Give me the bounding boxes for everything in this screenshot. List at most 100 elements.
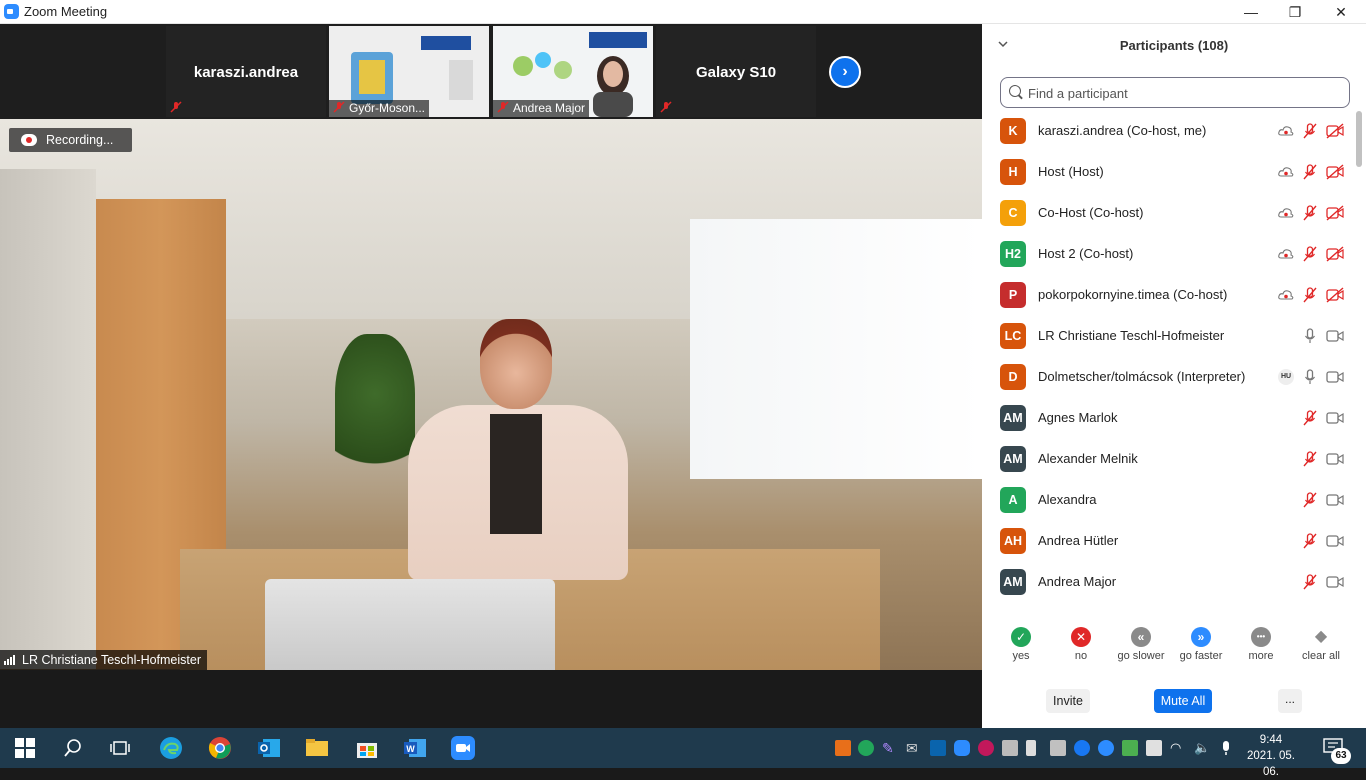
mic-muted-icon[interactable] xyxy=(1302,410,1318,426)
participant-avatar: LC xyxy=(1000,323,1026,349)
mic-muted-icon[interactable] xyxy=(1302,574,1318,590)
feedback-go-slower-button[interactable]: « go slower xyxy=(1110,627,1172,662)
participant-search-box[interactable] xyxy=(1000,77,1350,108)
mute-all-button[interactable]: Mute All xyxy=(1154,689,1212,713)
chevron-right-icon[interactable]: › xyxy=(829,56,861,88)
mic-icon[interactable] xyxy=(1302,328,1318,344)
feedback-clear-all-button[interactable]: ◆ clear all xyxy=(1290,627,1352,662)
video-off-icon[interactable] xyxy=(1326,246,1344,262)
participant-row[interactable]: H Host (Host) xyxy=(982,152,1354,193)
video-background xyxy=(265,579,555,670)
search-icon[interactable] xyxy=(61,736,85,760)
cloud-recording-icon xyxy=(1278,164,1294,180)
tray-feather-icon[interactable]: ✎ xyxy=(882,740,898,756)
store-icon[interactable] xyxy=(355,736,379,760)
participant-row[interactable]: D Dolmetscher/tolmácsok (Interpreter) HU xyxy=(982,357,1354,398)
tray-check-icon[interactable] xyxy=(858,740,874,756)
mic-muted-icon[interactable] xyxy=(1302,123,1318,139)
participant-row[interactable]: LC LR Christiane Teschl-Hofmeister xyxy=(982,316,1354,357)
tray-outlook-icon[interactable] xyxy=(930,740,946,756)
recording-label: Recording... xyxy=(46,133,114,147)
participant-row[interactable]: AM Agnes Marlok xyxy=(982,398,1354,439)
tray-zoom-icon[interactable] xyxy=(954,740,970,756)
volume-icon[interactable]: 🔈 xyxy=(1194,740,1210,756)
tray-app-icon[interactable] xyxy=(978,740,994,756)
gallery-tile[interactable]: Győr-Moson... xyxy=(329,26,489,117)
maximize-button[interactable]: ❐ xyxy=(1272,0,1318,24)
video-off-icon[interactable] xyxy=(1326,164,1344,180)
video-icon[interactable] xyxy=(1326,410,1344,426)
zoom-icon[interactable] xyxy=(451,736,475,760)
mic-muted-icon xyxy=(497,101,509,113)
battery-icon[interactable] xyxy=(1146,740,1162,756)
feedback-yes-button[interactable]: ✓ yes xyxy=(990,627,1052,662)
participants-scrollbar[interactable] xyxy=(1356,111,1362,623)
bluetooth-icon[interactable] xyxy=(1074,740,1090,756)
security-shield-icon[interactable] xyxy=(1122,740,1138,756)
recording-indicator[interactable]: Recording... xyxy=(9,128,132,152)
tray-app-icon[interactable] xyxy=(1098,740,1114,756)
tray-app-icon[interactable] xyxy=(835,740,851,756)
feedback-no-button[interactable]: ✕ no xyxy=(1050,627,1112,662)
feedback-label: clear all xyxy=(1302,650,1340,662)
video-off-icon[interactable] xyxy=(1326,287,1344,303)
more-options-button[interactable]: ... xyxy=(1278,689,1302,713)
video-icon[interactable] xyxy=(1326,369,1344,385)
participant-row[interactable]: H2 Host 2 (Co-host) xyxy=(982,234,1354,275)
tray-display-icon[interactable] xyxy=(1002,740,1018,756)
search-input[interactable] xyxy=(1028,83,1338,103)
tray-mail-icon[interactable]: ✉ xyxy=(906,740,922,756)
participant-row[interactable]: AM Alexander Melnik xyxy=(982,439,1354,480)
mic-muted-icon[interactable] xyxy=(1302,451,1318,467)
participant-row[interactable]: A Alexandra xyxy=(982,480,1354,521)
mic-muted-icon[interactable] xyxy=(1302,205,1318,221)
video-icon[interactable] xyxy=(1326,574,1344,590)
edge-icon[interactable] xyxy=(159,736,183,760)
participant-row[interactable]: AM Andrea Major xyxy=(982,562,1354,603)
gallery-tile[interactable]: Galaxy S10 xyxy=(656,26,816,117)
outlook-icon[interactable] xyxy=(257,736,281,760)
gallery-tile[interactable]: Andrea Major xyxy=(493,26,653,117)
participant-row[interactable]: C Co-Host (Co-host) xyxy=(982,193,1354,234)
video-icon[interactable] xyxy=(1326,328,1344,344)
mic-muted-icon[interactable] xyxy=(1302,533,1318,549)
feedback-go-faster-button[interactable]: » go faster xyxy=(1170,627,1232,662)
wifi-icon[interactable]: ◠ xyxy=(1170,740,1186,756)
video-off-icon[interactable] xyxy=(1326,123,1344,139)
participant-row[interactable]: AH Andrea Hütler xyxy=(982,521,1354,562)
taskbar-clock[interactable]: 9:44 2021. 05. 06. xyxy=(1238,732,1304,780)
meeting-area: karaszi.andrea Győr-Moson... Andrea Majo… xyxy=(0,24,982,728)
video-icon[interactable] xyxy=(1326,533,1344,549)
mic-muted-icon[interactable] xyxy=(1302,492,1318,508)
task-view-icon[interactable] xyxy=(108,736,132,760)
video-icon[interactable] xyxy=(1326,451,1344,467)
mic-muted-icon[interactable] xyxy=(1302,287,1318,303)
tray-app-icon[interactable] xyxy=(1050,740,1066,756)
video-background xyxy=(690,219,982,479)
file-explorer-icon[interactable] xyxy=(305,736,329,760)
chrome-icon[interactable] xyxy=(208,736,232,760)
video-icon[interactable] xyxy=(1326,492,1344,508)
invite-button[interactable]: Invite xyxy=(1046,689,1090,713)
tray-usb-icon[interactable] xyxy=(1026,740,1036,756)
windows-start-icon[interactable] xyxy=(13,736,37,760)
feedback-label: no xyxy=(1074,650,1088,662)
mic-muted-icon[interactable] xyxy=(1302,246,1318,262)
minimize-button[interactable]: — xyxy=(1228,0,1274,24)
active-speaker-name: LR Christiane Teschl-Hofmeister xyxy=(22,653,201,667)
participant-name: Dolmetscher/tolmácsok (Interpreter) xyxy=(1038,369,1246,384)
clock-date: 2021. 05. 06. xyxy=(1247,750,1295,778)
mic-muted-icon[interactable] xyxy=(1302,164,1318,180)
feedback-more-button[interactable]: ••• more xyxy=(1230,627,1292,662)
gallery-tile[interactable]: karaszi.andrea xyxy=(166,26,326,117)
participant-row[interactable]: Ppokorpokornyine.timea (Co-host) xyxy=(982,275,1354,316)
video-off-icon[interactable] xyxy=(1326,205,1344,221)
word-icon[interactable]: W xyxy=(403,736,427,760)
participant-row[interactable]: Kkaraszi.andrea (Co-host, me) xyxy=(982,111,1354,152)
mic-icon[interactable] xyxy=(1302,369,1318,385)
close-button[interactable]: ✕ xyxy=(1318,0,1364,24)
participant-avatar: P xyxy=(1000,282,1026,308)
participant-avatar: A xyxy=(1000,487,1026,513)
microphone-icon[interactable] xyxy=(1218,740,1234,756)
cloud-recording-icon xyxy=(1278,123,1294,139)
